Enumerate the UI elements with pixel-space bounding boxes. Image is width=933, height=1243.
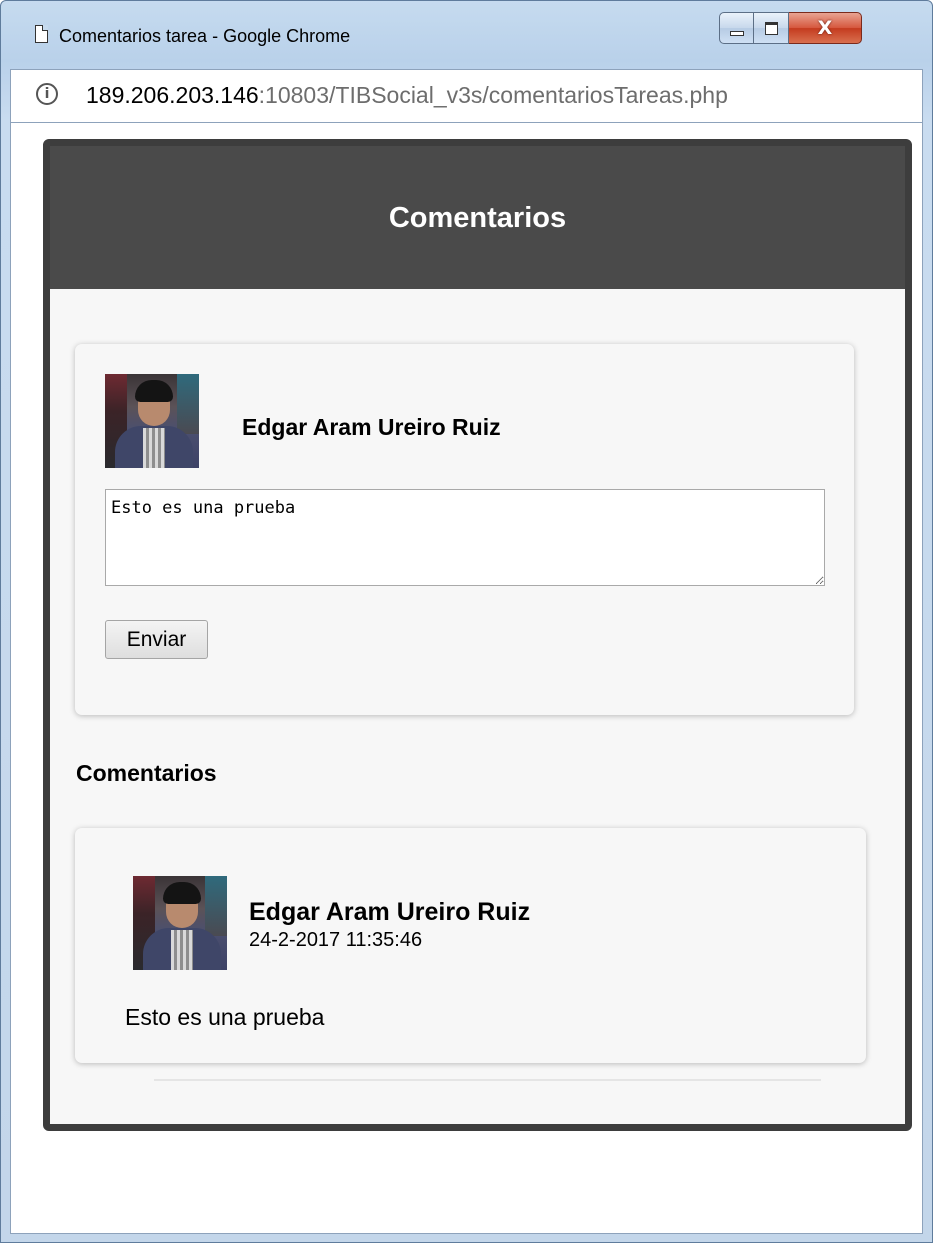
comments-modal: Comentarios Edgar Aram Ureiro Ruiz Esto … (43, 139, 912, 1131)
compose-user-name: Edgar Aram Ureiro Ruiz (242, 414, 501, 440)
comments-section-title: Comentarios (76, 760, 217, 786)
title-bar[interactable]: Comentarios tarea - Google Chrome X (1, 1, 932, 51)
compose-card: Edgar Aram Ureiro Ruiz Esto es una prueb… (75, 344, 854, 715)
browser-window: Comentarios tarea - Google Chrome X i 18… (0, 0, 933, 1243)
window-controls: X (719, 12, 862, 44)
address-bar[interactable]: i 189.206.203.146:10803/TIBSocial_v3s/co… (10, 69, 923, 123)
avatar (133, 876, 227, 970)
maximize-icon (764, 21, 778, 35)
comment-user-name: Edgar Aram Ureiro Ruiz (249, 898, 531, 926)
url-text[interactable]: 189.206.203.146:10803/TIBSocial_v3s/come… (86, 82, 728, 109)
minimize-icon (729, 30, 744, 36)
url-host: 189.206.203.146 (86, 82, 259, 108)
divider (154, 1079, 821, 1081)
modal-header: Comentarios (50, 146, 905, 289)
close-button[interactable]: X (789, 12, 862, 44)
page-icon (35, 25, 48, 43)
comment-text: Esto es una prueba (125, 1004, 325, 1030)
comment-card: Edgar Aram Ureiro Ruiz 24-2-2017 11:35:4… (75, 828, 866, 1063)
page-viewport: Comentarios Edgar Aram Ureiro Ruiz Esto … (10, 123, 923, 1234)
close-icon: X (817, 17, 833, 39)
url-path: :10803/TIBSocial_v3s/comentariosTareas.p… (258, 82, 728, 108)
avatar (105, 374, 199, 468)
send-button[interactable]: Enviar (105, 620, 208, 659)
comment-date: 24-2-2017 11:35:46 (249, 929, 423, 951)
modal-title: Comentarios (388, 202, 567, 234)
comment-input[interactable]: Esto es una prueba (105, 489, 825, 586)
maximize-button[interactable] (754, 12, 789, 44)
window-title: Comentarios tarea - Google Chrome (59, 26, 351, 46)
minimize-button[interactable] (719, 12, 754, 44)
info-icon[interactable]: i (36, 83, 58, 105)
